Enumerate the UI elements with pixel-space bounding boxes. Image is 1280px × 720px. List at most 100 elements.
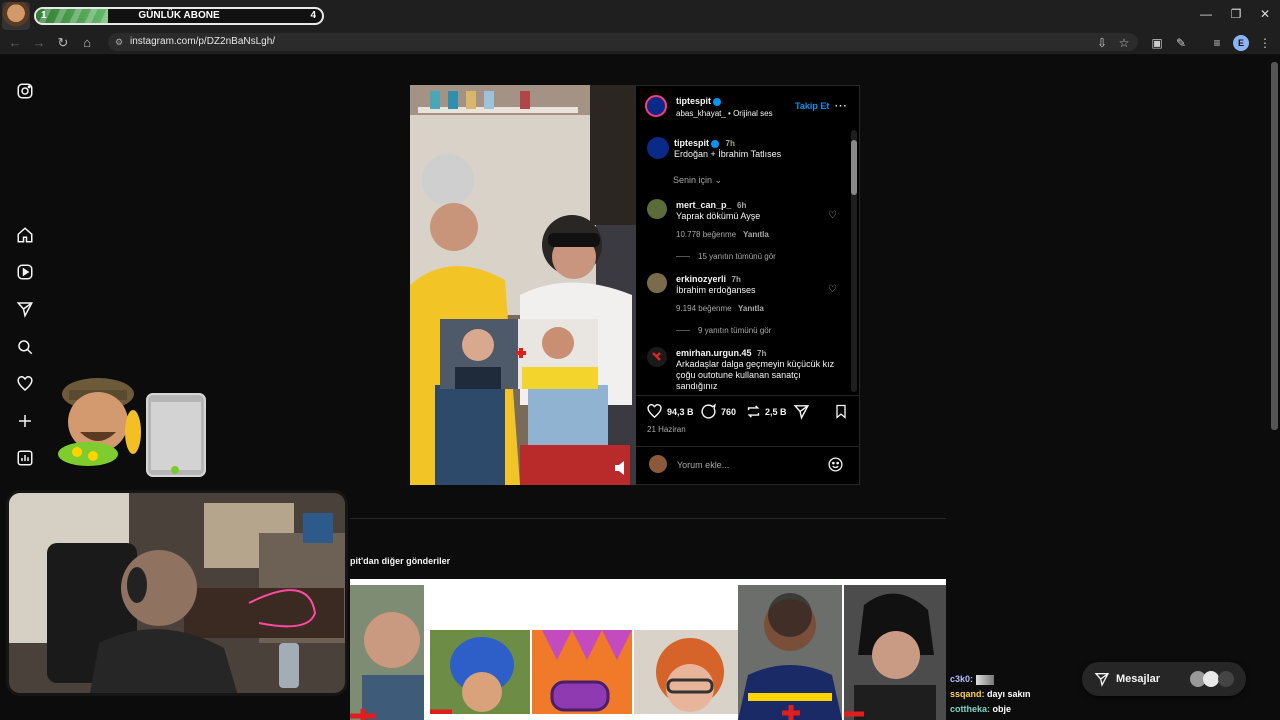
page-scrollbar[interactable]: [1271, 62, 1278, 430]
post-video[interactable]: [410, 85, 636, 485]
post-date: 21 Haziran: [647, 425, 686, 434]
caption-text: Erdoğan + İbrahim Tatlıses: [674, 149, 782, 159]
post-thumbnail[interactable]: [350, 585, 424, 720]
site-info-icon[interactable]: ⚙: [115, 33, 123, 51]
commenter-avatar[interactable]: [647, 347, 667, 367]
reels-nav-icon[interactable]: [14, 263, 36, 285]
comments-scroll-thumb[interactable]: [851, 140, 857, 195]
author-username[interactable]: tiptespit: [676, 96, 711, 106]
home-icon[interactable]: ⌂: [78, 34, 96, 52]
dashboard-icon[interactable]: [14, 449, 36, 471]
audio-attribution[interactable]: abas_khayat_ • Orijinal ses: [676, 109, 773, 118]
direct-send-icon: [1094, 671, 1110, 692]
verified-badge-icon: [713, 97, 721, 106]
forward-icon[interactable]: →: [30, 34, 48, 52]
save-bookmark-icon[interactable]: [833, 403, 849, 425]
post-thumbnail[interactable]: [844, 585, 946, 720]
verified-badge-icon: [711, 139, 719, 148]
chat-emote-icon: [975, 674, 994, 685]
comment-bubble-icon[interactable]: [700, 403, 717, 425]
comment-text: İbrahim erdoğanses: [676, 285, 756, 295]
comment-like-heart-icon[interactable]: ♡: [828, 284, 837, 295]
comment-username[interactable]: emirhan.urgun.45: [676, 348, 752, 358]
comment-count[interactable]: 760: [721, 407, 736, 417]
author-avatar[interactable]: [645, 95, 667, 117]
messages-button[interactable]: Mesajlar: [1082, 662, 1246, 696]
chat-username: c3k0:: [950, 674, 974, 684]
comment-username[interactable]: mert_can_p_: [676, 200, 732, 210]
more-options-icon[interactable]: ⋯: [834, 98, 847, 114]
sort-label: Senin için: [673, 175, 713, 185]
reply-button[interactable]: Yanıtla: [743, 230, 769, 239]
chat-text: obje: [992, 704, 1012, 714]
webcam-overlay: [6, 490, 348, 696]
comment-text: Arkadaşlar dalga geçmeyin küçücük kız ço…: [676, 359, 835, 391]
emoji-icon[interactable]: [827, 456, 844, 478]
comment-time: 7h: [731, 275, 741, 284]
chat-username: cottheka:: [950, 704, 991, 714]
chat-text: dayı sakın: [987, 689, 1031, 699]
restore-icon[interactable]: ❐: [1226, 7, 1246, 23]
commenter-avatar[interactable]: [647, 199, 667, 219]
chat-username: ssqand:: [950, 689, 985, 699]
more-posts-grid: [350, 579, 946, 720]
mascot-overlay: [55, 372, 215, 482]
comment-time: 7h: [757, 349, 767, 358]
messages-nav-icon[interactable]: [14, 300, 36, 322]
bookmark-star-icon[interactable]: ☆: [1115, 34, 1133, 52]
comment-input[interactable]: Yorum ekle...: [677, 460, 729, 470]
comment-time: 6h: [737, 201, 747, 210]
view-replies-link[interactable]: 9 yanıtın tümünü gör: [698, 326, 771, 335]
commenter-avatar[interactable]: [647, 273, 667, 293]
follow-button[interactable]: Takip Et: [795, 101, 829, 111]
comment-like-heart-icon[interactable]: ♡: [828, 210, 837, 221]
extensions-icon[interactable]: ✎: [1172, 34, 1190, 52]
comment-like-count[interactable]: 9.194 beğenme: [676, 304, 732, 313]
back-icon[interactable]: ←: [6, 34, 24, 52]
address-bar[interactable]: ⚙ instagram.com/p/DZ2nBaNsLgh/: [108, 33, 1138, 51]
install-app-icon[interactable]: ⇩: [1093, 34, 1111, 52]
minimize-icon[interactable]: —: [1196, 7, 1216, 23]
share-icon[interactable]: [793, 403, 810, 425]
create-plus-icon[interactable]: [14, 412, 36, 434]
notifications-heart-icon[interactable]: [14, 375, 36, 397]
caption-time: 7h: [725, 139, 735, 148]
repost-count[interactable]: 2,5 B: [765, 407, 787, 417]
comment-text: Yaprak dökümü Ayşe: [676, 211, 761, 221]
view-replies-link[interactable]: 15 yanıtın tümünü gör: [698, 252, 776, 261]
search-nav-icon[interactable]: [14, 338, 36, 360]
profile-avatar[interactable]: E: [1233, 35, 1249, 51]
post-thumbnail[interactable]: [634, 630, 738, 714]
close-icon[interactable]: ✕: [1255, 7, 1275, 23]
post-thumbnail[interactable]: [738, 585, 842, 720]
messages-label: Mesajlar: [1116, 673, 1161, 685]
comment-like-count[interactable]: 10.778 beğenme: [676, 230, 736, 239]
instagram-logo-icon[interactable]: [14, 82, 36, 104]
caption-avatar[interactable]: [647, 137, 669, 159]
conversation-avatar: [1218, 671, 1234, 687]
chevron-down-icon: ⌄: [714, 175, 723, 185]
home-nav-icon[interactable]: [14, 226, 36, 248]
sub-goal-label: GÜNLÜK ABONE: [138, 10, 220, 21]
url-text: instagram.com/p/DZ2nBaNsLgh/: [130, 36, 276, 47]
daily-sub-goal-bar: 1 GÜNLÜK ABONE 4: [34, 7, 324, 25]
current-user-avatar: [649, 455, 667, 473]
like-count[interactable]: 94,3 B: [667, 407, 694, 417]
reload-icon[interactable]: ↻: [54, 34, 72, 52]
comment-username[interactable]: erkinozyerli: [676, 274, 726, 284]
streamer-avatar-icon: [2, 2, 30, 30]
reading-list-icon[interactable]: ≡: [1208, 34, 1226, 52]
post-thumbnail[interactable]: [532, 630, 632, 714]
more-posts-heading[interactable]: pit'dan diğer gönderiler: [350, 556, 450, 566]
repost-icon[interactable]: [745, 403, 762, 425]
sub-goal-end: 4: [310, 10, 316, 21]
media-icon[interactable]: ▣: [1148, 34, 1166, 52]
like-heart-icon[interactable]: [646, 403, 663, 425]
chat-message: cottheka: obje: [950, 702, 1150, 717]
conversation-avatar: [1203, 671, 1219, 687]
caption-username[interactable]: tiptespit: [674, 138, 709, 148]
reply-button[interactable]: Yanıtla: [738, 304, 764, 313]
post-thumbnail[interactable]: [430, 630, 530, 714]
menu-kebab-icon[interactable]: ⋮: [1256, 34, 1274, 52]
comment-sort-dropdown[interactable]: Senin için ⌄: [673, 175, 722, 186]
